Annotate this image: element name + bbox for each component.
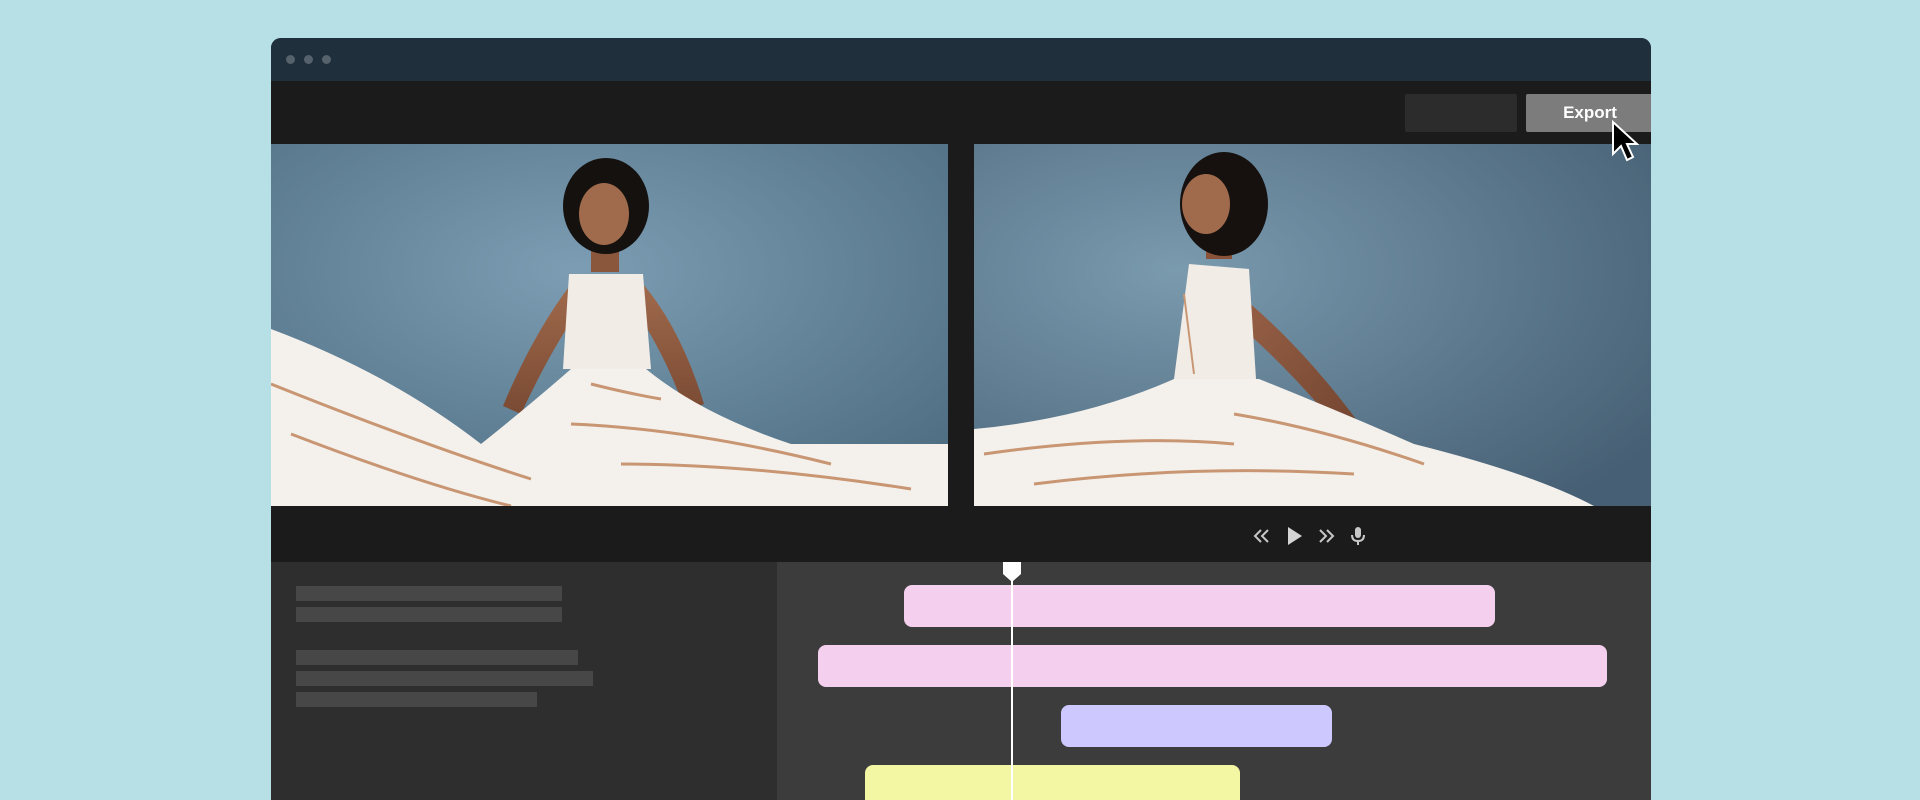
play-icon[interactable] xyxy=(1282,524,1306,548)
preview-viewer[interactable] xyxy=(974,144,1651,506)
placeholder-line xyxy=(296,607,562,622)
placeholder-line xyxy=(296,586,562,601)
fast-forward-icon[interactable] xyxy=(1314,524,1338,548)
timeline-clip-yellow[interactable] xyxy=(865,765,1240,800)
placeholder-line xyxy=(296,671,593,686)
photo-woman-seated xyxy=(271,144,948,506)
playhead-line xyxy=(1011,562,1013,800)
window-dot[interactable] xyxy=(304,55,313,64)
editor-window: Export xyxy=(271,38,1651,800)
window-dot[interactable] xyxy=(286,55,295,64)
secondary-button[interactable] xyxy=(1405,94,1517,132)
source-viewer[interactable] xyxy=(271,144,948,506)
placeholder-line xyxy=(296,650,578,665)
mouse-pointer-icon xyxy=(1612,120,1639,162)
playback-controls xyxy=(271,506,1651,562)
timeline-clip-pink[interactable] xyxy=(904,585,1495,627)
placeholder-line xyxy=(296,692,537,707)
microphone-icon[interactable] xyxy=(1346,524,1370,548)
title-bar xyxy=(271,38,1651,81)
playhead-handle[interactable] xyxy=(1001,562,1023,584)
timeline-clip-lavender[interactable] xyxy=(1061,705,1332,747)
window-dot[interactable] xyxy=(322,55,331,64)
rewind-icon[interactable] xyxy=(1250,524,1274,548)
photo-woman-smiling xyxy=(974,144,1651,506)
timeline-panel xyxy=(777,562,1651,800)
timeline-clip-pink[interactable] xyxy=(818,645,1607,687)
properties-panel xyxy=(271,562,777,800)
